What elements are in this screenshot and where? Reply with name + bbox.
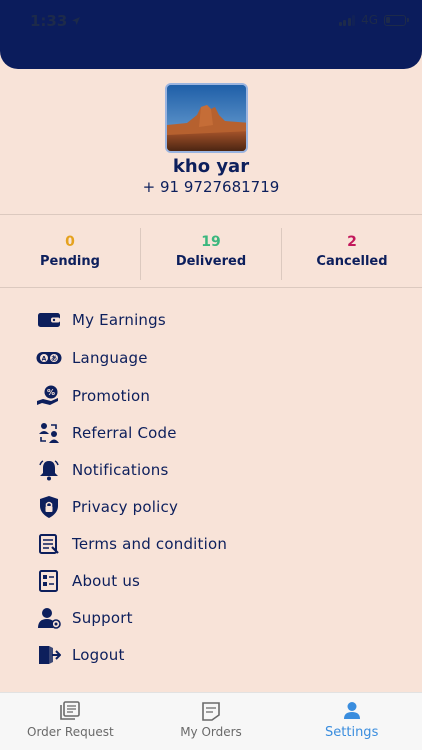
bottom-tab-bar: Order Request My Orders Settings — [0, 692, 422, 750]
wallet-icon — [36, 308, 62, 332]
menu-label: My Earnings — [72, 311, 166, 329]
menu-label: Terms and condition — [72, 535, 228, 553]
menu-label: Referral Code — [72, 424, 177, 442]
menu-item-about-us[interactable]: About us — [36, 565, 386, 597]
orders-stack-icon — [60, 701, 81, 720]
menu-label: Notifications — [72, 461, 169, 479]
svg-text:あ: あ — [51, 355, 57, 363]
menu-label: About us — [72, 572, 141, 590]
profile-name: kho yar — [172, 156, 250, 177]
menu-item-privacy-policy[interactable]: Privacy policy — [36, 491, 386, 523]
menu-item-logout[interactable]: Logout — [36, 639, 386, 671]
document-icon — [36, 532, 62, 556]
language-icon: Aあ — [36, 346, 62, 370]
menu-label: Language — [72, 349, 148, 367]
status-bar: 1:33 4G — [0, 0, 422, 40]
svg-text:A: A — [42, 356, 47, 363]
tab-my-orders[interactable]: My Orders — [141, 693, 282, 750]
stat-pending-value: 0 — [65, 234, 75, 250]
order-stats: 0 Pending 19 Delivered 2 Cancelled — [0, 228, 422, 280]
status-time: 1:33 — [30, 12, 81, 30]
menu-label: Logout — [72, 646, 125, 664]
logout-icon — [36, 643, 62, 667]
menu-label: Support — [72, 609, 133, 627]
profile-phone: + 91 9727681719 — [142, 178, 280, 196]
menu-item-terms-and-condition[interactable]: Terms and condition — [36, 528, 386, 560]
battery-icon — [384, 14, 409, 26]
menu-item-notifications[interactable]: Notifications — [36, 454, 386, 486]
tab-settings[interactable]: Settings — [281, 693, 422, 750]
tab-label: Settings — [325, 725, 379, 740]
stat-delivered-label: Delivered — [175, 254, 247, 269]
menu-item-my-earnings[interactable]: My Earnings — [36, 304, 386, 336]
referral-icon — [36, 421, 62, 445]
person-icon — [343, 702, 360, 719]
divider — [0, 287, 422, 288]
avatar[interactable] — [165, 83, 248, 153]
promotion-icon: % — [36, 384, 62, 408]
bell-icon — [36, 458, 62, 482]
svg-text:%: % — [47, 388, 55, 397]
menu-item-language[interactable]: Aあ Language — [36, 342, 386, 374]
stat-delivered[interactable]: 19 Delivered — [140, 228, 281, 280]
divider — [0, 214, 422, 215]
stat-cancelled[interactable]: 2 Cancelled — [281, 228, 422, 280]
support-icon — [36, 606, 62, 630]
menu-label: Privacy policy — [72, 498, 179, 516]
avatar-landscape-image — [167, 85, 246, 151]
order-note-icon — [202, 702, 220, 721]
tab-label: My Orders — [180, 725, 242, 739]
status-right: 4G — [338, 13, 409, 27]
stat-cancelled-label: Cancelled — [316, 254, 388, 269]
stat-cancelled-value: 2 — [347, 234, 357, 250]
status-time-text: 1:33 — [30, 12, 68, 30]
menu-item-referral-code[interactable]: Referral Code — [36, 417, 386, 449]
menu-label: Promotion — [72, 387, 151, 405]
stat-delivered-value: 19 — [201, 234, 221, 250]
shield-lock-icon — [36, 495, 62, 519]
menu-item-support[interactable]: Support — [36, 602, 386, 634]
stat-pending-label: Pending — [40, 254, 100, 269]
signal-icon — [338, 14, 356, 26]
tab-label: Order Request — [27, 725, 114, 739]
location-arrow-icon — [72, 17, 81, 25]
stat-pending[interactable]: 0 Pending — [0, 228, 140, 280]
tab-order-request[interactable]: Order Request — [0, 693, 141, 750]
info-list-icon — [36, 569, 62, 593]
menu-item-promotion[interactable]: % Promotion — [36, 380, 386, 412]
network-label: 4G — [361, 13, 378, 27]
